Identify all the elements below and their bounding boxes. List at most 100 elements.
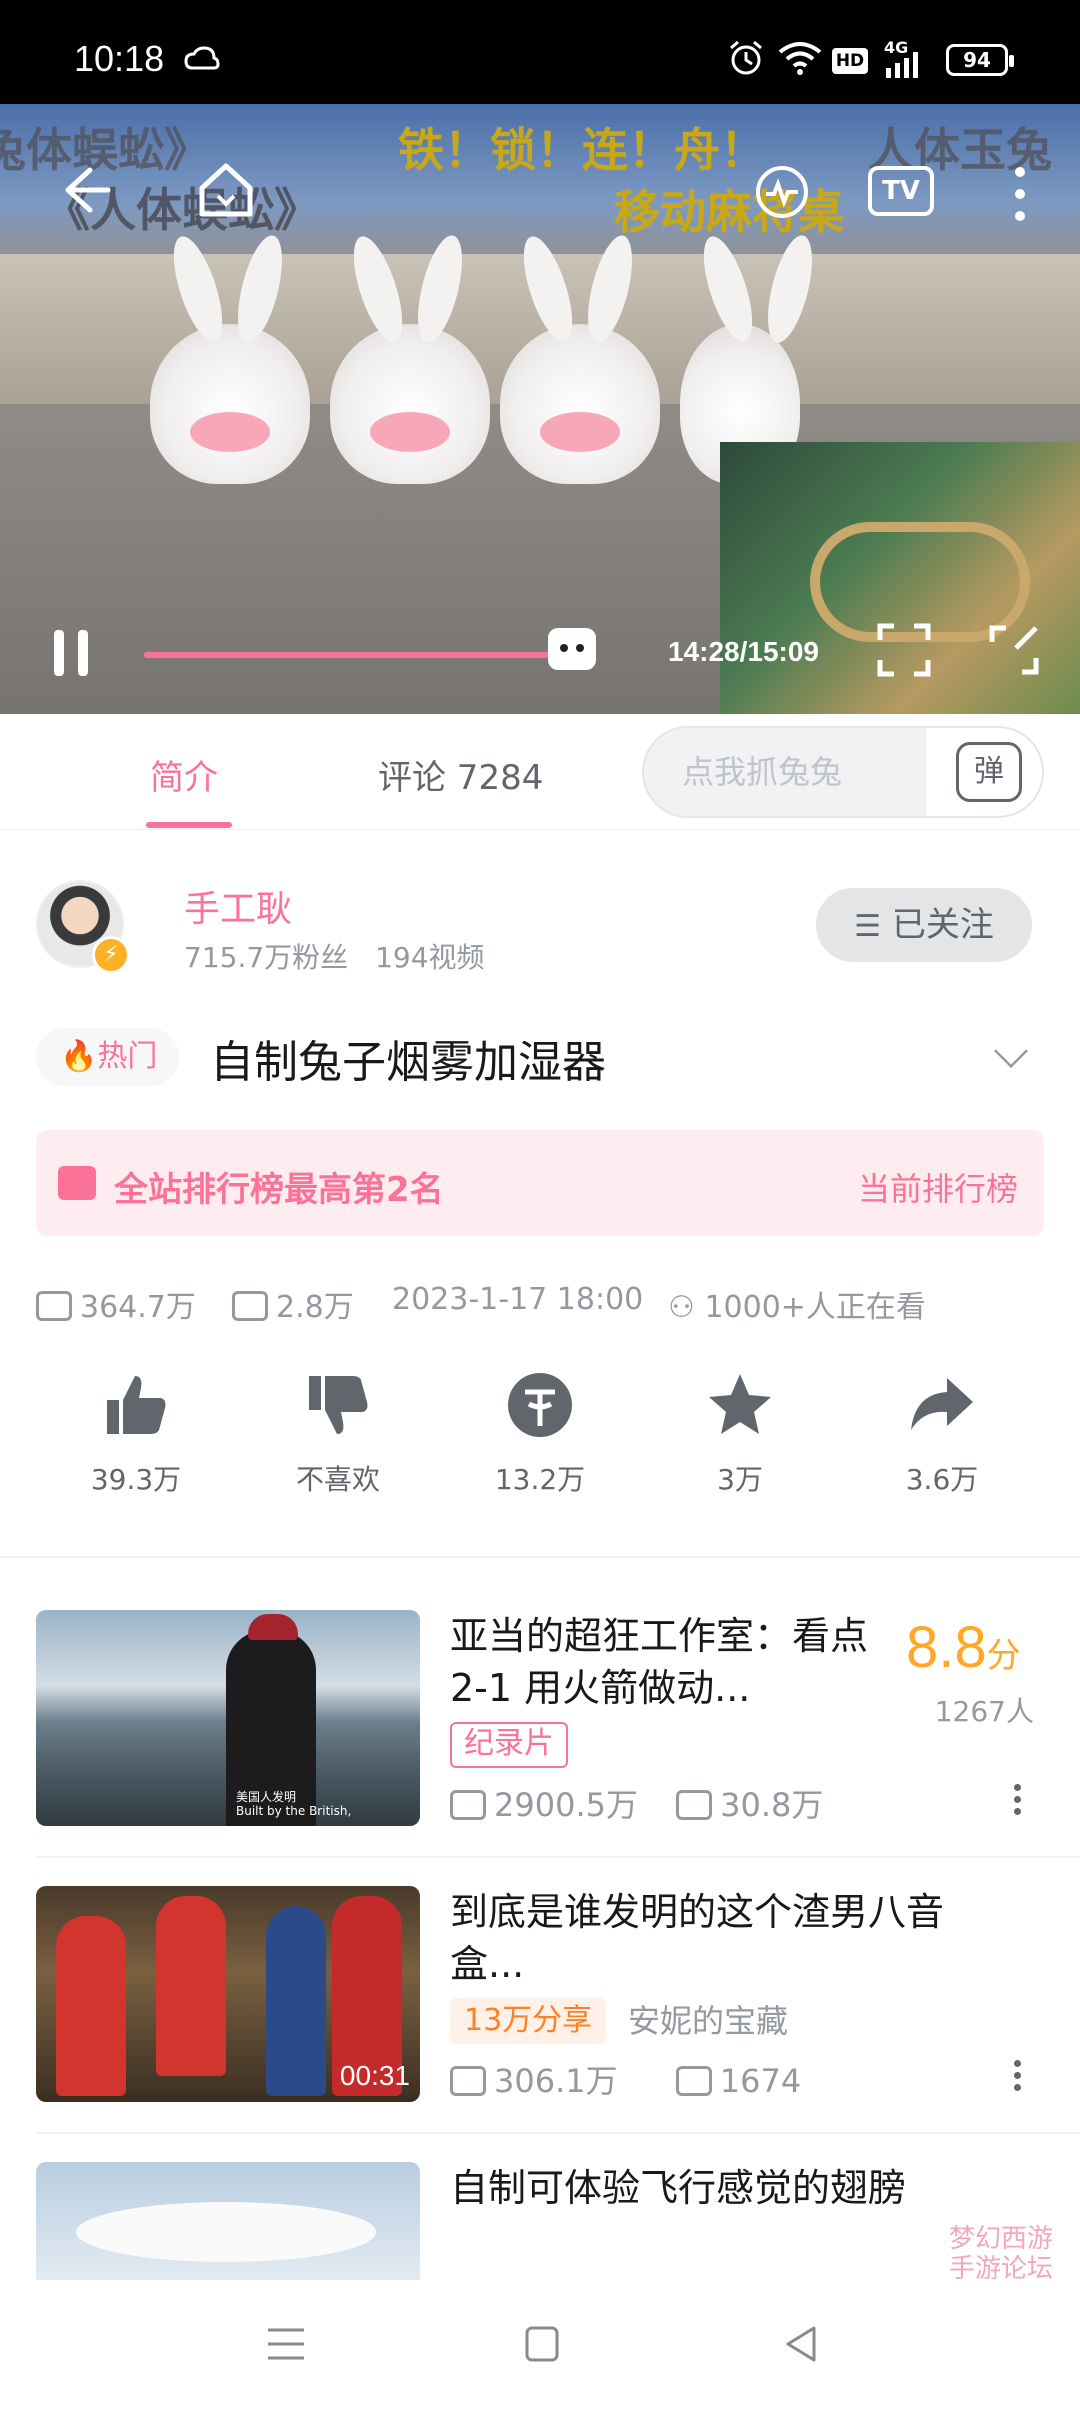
coin-icon <box>508 1373 572 1437</box>
bar-chart-icon <box>58 1166 96 1200</box>
tab-comments[interactable]: 评论 7284 <box>378 750 543 799</box>
list-divider <box>36 1856 1080 1858</box>
cast-tv-icon[interactable]: TV <box>868 166 934 216</box>
favorite-count: 3万 <box>717 1463 763 1496</box>
alarm-icon <box>730 40 762 75</box>
section-divider <box>0 1556 1080 1558</box>
share-icon <box>911 1378 973 1430</box>
hot-badge-label: 热门 <box>97 1039 158 1074</box>
back-triangle-icon[interactable] <box>782 2324 818 2364</box>
audio-mode-icon[interactable] <box>752 162 812 222</box>
more-options-icon[interactable] <box>1012 1784 1022 1824</box>
list-divider <box>36 2132 1080 2134</box>
figurine <box>156 1896 226 2076</box>
ranking-text: 全站排行榜最高第2名 <box>114 1170 444 1210</box>
menu-lines-icon: ☰ <box>854 909 882 944</box>
progress-scrubber-handle[interactable] <box>547 628 596 670</box>
danmaku-count-icon <box>676 1790 713 1820</box>
bunny-figure <box>500 231 660 484</box>
video-title-row: 🔥热门 自制兔子烟雾加湿器 <box>0 1020 1080 1100</box>
video-player[interactable]: 兔体蜈蚣》 《人体蜈蚣》 铁！锁！连！舟！ 移动麻将桌 人体玉兔 TV 14:2… <box>0 104 1080 714</box>
danmaku-input[interactable]: 点我抓兔兔 <box>644 728 926 816</box>
home-square-icon[interactable] <box>524 2324 560 2364</box>
rating-score: 8.8分 <box>906 1615 1021 1680</box>
uploader-name[interactable]: 手工耿 <box>184 880 292 932</box>
video-title[interactable]: 到底是谁发明的这个渣男八音盒... <box>450 1886 1010 1990</box>
view-count: 2900.5万 <box>494 1786 638 1824</box>
thumbs-up-icon <box>107 1376 166 1434</box>
favorite-button[interactable]: 3万 <box>660 1370 820 1498</box>
view-count: 306.1万 <box>494 2062 618 2100</box>
video-thumbnail[interactable] <box>36 2162 420 2280</box>
thumbnail-subtitle-line: Built by the British, <box>236 1804 352 1818</box>
action-bar: 39.3万 不喜欢 13.2万 3万 3.6万 <box>0 1370 1080 1510</box>
danmaku-count-icon <box>675 2066 712 2096</box>
share-button[interactable]: 3.6万 <box>862 1370 1022 1498</box>
danmaku-count: 30.8万 <box>720 1786 824 1824</box>
forum-watermark: 梦幻西游 手游论坛 <box>948 2224 1053 2284</box>
danmaku-count: 1674 <box>719 2062 802 2100</box>
dislike-button[interactable]: 不喜欢 <box>258 1370 418 1498</box>
bunny-figure <box>150 231 310 484</box>
list-item[interactable]: 自制可体验飞行感觉的翅膀 <box>0 2162 1080 2280</box>
progress-fill <box>144 652 572 658</box>
hot-badge[interactable]: 🔥热门 <box>36 1028 180 1086</box>
back-arrow-icon[interactable] <box>56 162 112 218</box>
danmaku-count-icon <box>232 1291 268 1321</box>
uploader-stats: 715.7万粉丝 194视频 <box>184 936 485 976</box>
dislike-label: 不喜欢 <box>295 1463 380 1496</box>
bunny-figure <box>330 231 490 484</box>
documentary-tag: 纪录片 <box>450 1722 568 1768</box>
publish-date: 2023-1-17 18:00 <box>392 1282 644 1317</box>
rotate-fullscreen-icon[interactable] <box>986 622 1042 678</box>
channel-name[interactable]: 安妮的宝藏 <box>628 1998 788 2044</box>
red-cap <box>248 1614 298 1640</box>
video-stats: 306.1万 1674 <box>450 2056 801 2102</box>
fullscreen-icon[interactable] <box>876 622 932 678</box>
lightning-badge-icon: ⚡ <box>92 936 130 974</box>
video-title: 自制兔子烟雾加湿器 <box>210 1037 606 1088</box>
figurine <box>56 1916 126 2096</box>
danmaku-toggle-button[interactable]: 弹 <box>956 742 1022 802</box>
battery-indicator: 94 <box>946 44 1014 76</box>
home-icon[interactable] <box>196 160 256 220</box>
uploader-info: ⚡ 手工耿 715.7万粉丝 194视频 ☰ 已关注 <box>0 860 1080 990</box>
menu-icon[interactable] <box>266 2324 306 2364</box>
rating-count: 1267人 <box>934 1695 1034 1728</box>
more-options-icon[interactable] <box>1008 164 1032 224</box>
star-icon <box>709 1374 771 1434</box>
detail-tab-bar: 简介 评论 7284 点我抓兔兔 弹 <box>0 714 1080 830</box>
video-thumbnail[interactable]: 美国人发明 Built by the British, <box>36 1610 420 1826</box>
video-thumbnail[interactable]: 00:31 <box>36 1886 420 2102</box>
thumbnail-subtitle-line: 美国人发明 <box>236 1790 297 1804</box>
figurine <box>266 1906 326 2096</box>
coin-button[interactable]: 13.2万 <box>460 1370 620 1498</box>
cloud-sync-icon <box>184 46 220 70</box>
current-ranking-link[interactable]: 当前排行榜 <box>858 1164 1018 1210</box>
progress-track[interactable] <box>144 652 594 658</box>
video-stats: 2900.5万 30.8万 <box>450 1780 823 1826</box>
signal-icon <box>886 52 918 78</box>
more-options-icon[interactable] <box>1012 2060 1022 2100</box>
video-title[interactable]: 亚当的超狂工作室：看点2-1 用火箭做动... <box>450 1610 880 1714</box>
list-item[interactable]: 00:31 到底是谁发明的这个渣男八音盒... 13万分享 安妮的宝藏 306.… <box>0 1886 1080 2126</box>
tab-active-indicator <box>146 822 232 828</box>
tab-intro[interactable]: 简介 <box>150 750 218 799</box>
follow-button[interactable]: ☰ 已关注 <box>816 888 1032 962</box>
hd-badge: HD <box>832 48 868 74</box>
like-button[interactable]: 39.3万 <box>56 1370 216 1498</box>
list-item[interactable]: 美国人发明 Built by the British, 亚当的超狂工作室：看点2… <box>0 1610 1080 1850</box>
coin-count: 13.2万 <box>494 1463 586 1496</box>
chevron-down-icon[interactable] <box>994 1034 1028 1068</box>
pause-icon[interactable] <box>50 626 94 680</box>
danmaku-count: 2.8万 <box>276 1290 354 1325</box>
ranking-banner[interactable]: 全站排行榜最高第2名 当前排行榜 <box>36 1130 1044 1236</box>
video-stats: 364.7万 2.8万 2023-1-17 18:00 ⚇ 1000+人正在看 <box>36 1282 1046 1326</box>
view-count: 364.7万 <box>80 1290 196 1325</box>
play-count-icon <box>450 1790 486 1820</box>
video-title[interactable]: 自制可体验飞行感觉的翅膀 <box>450 2162 1010 2214</box>
status-bar: 10:18 HD 4G 94 <box>0 0 1080 104</box>
wing-figure <box>76 2202 376 2262</box>
play-count-icon <box>450 2066 486 2096</box>
viewers-icon: ⚇ <box>668 1290 705 1325</box>
